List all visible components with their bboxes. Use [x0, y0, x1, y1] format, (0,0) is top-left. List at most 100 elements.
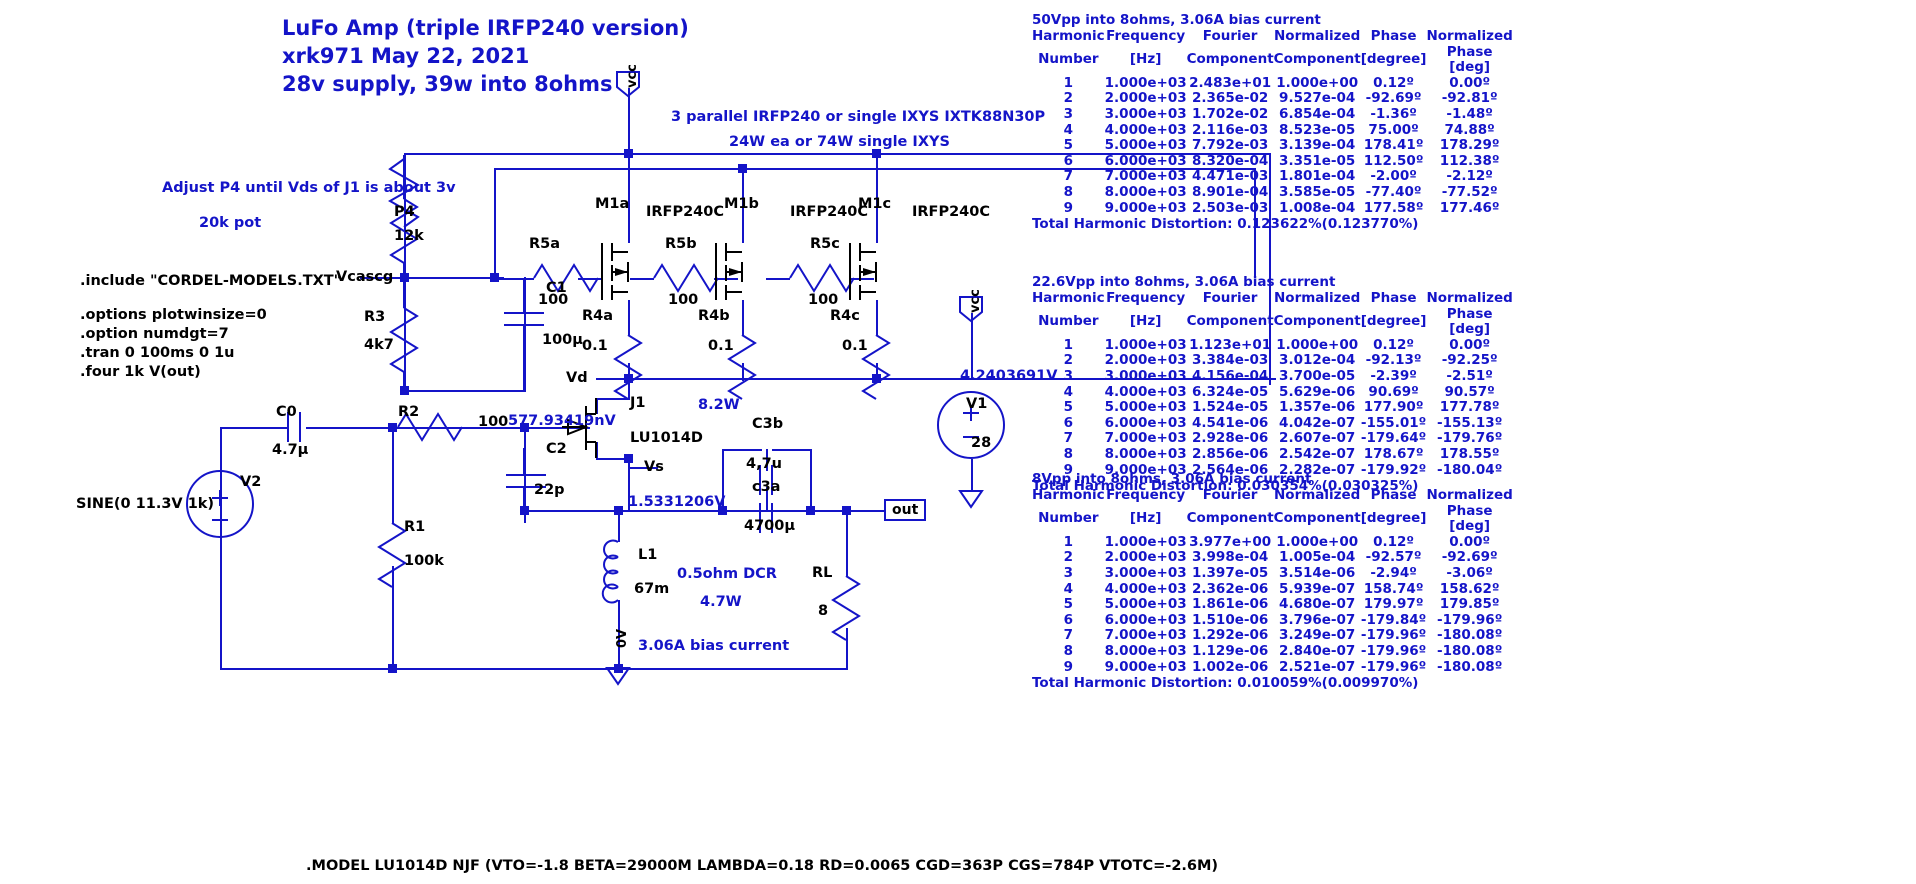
table-cell: -92.69º — [1365, 90, 1422, 107]
column-header: Component — [1273, 313, 1361, 330]
table-cell: 3.139e-04 — [1279, 137, 1356, 154]
wire-out-to-box — [854, 510, 884, 512]
mosfet-m1a — [601, 243, 629, 300]
table-row: 8 8.000e+03 2.856e-06 2.542e-07 178.67º 178.5… — [1032, 445, 1513, 463]
table-cell: 9.000e+03 — [1104, 199, 1187, 216]
wire-r3-run — [404, 277, 406, 391]
column-header: Component — [1186, 510, 1274, 527]
table-cell: 7.000e+03 — [1104, 627, 1187, 644]
column-header: [degree] — [1360, 510, 1427, 527]
table-cell: 5.000e+03 — [1104, 596, 1187, 613]
label-gnd: 0V — [615, 628, 630, 648]
label-vs: Vs — [644, 459, 664, 475]
table-cell: 1.397e-05 — [1192, 564, 1269, 581]
wire-r5a-out — [578, 278, 602, 280]
table-cell: -2.39º — [1370, 367, 1417, 384]
table-row: 9 9.000e+03 1.002e-06 2.521e-07 -179.96º -180… — [1032, 658, 1513, 676]
wire-vcc-drop — [628, 88, 630, 154]
table-cell: 4 — [1063, 383, 1074, 400]
table-cell: 2.483e+01 — [1189, 74, 1272, 91]
label-c0-ref: C0 — [276, 404, 297, 420]
table-row: 3 3.000e+03 1.702e-02 6.854e-04 -1.36º -1.48º — [1032, 105, 1513, 123]
column-header: Normalized — [1426, 290, 1513, 306]
column-header: Fourier — [1202, 487, 1258, 503]
port-out[interactable]: out — [884, 499, 927, 521]
table-cell: -1.48º — [1446, 105, 1493, 122]
label-m1b-value: IRFP240C — [790, 204, 869, 220]
table-header-row: Harmonic Frequency Fourier Normalized Phase N… — [1032, 290, 1513, 307]
label-r4a-value: 0.1 — [582, 338, 608, 354]
column-header: Component — [1186, 51, 1274, 68]
table-cell: 6 — [1063, 611, 1074, 628]
label-r2-ref: R2 — [398, 404, 420, 420]
label-p4-ref: P4 — [394, 204, 415, 220]
label-c3a-value: 4700µ — [744, 518, 796, 534]
table-row: 4 4.000e+03 2.362e-06 5.939e-07 158.74º 158.6… — [1032, 581, 1513, 598]
label-c3a-ref: c3a — [752, 479, 781, 495]
table-cell: 2 — [1063, 352, 1074, 369]
table-row: 9 9.000e+03 2.503e-03 1.008e-04 177.58º 177.4… — [1032, 199, 1513, 217]
table-cell: 3.000e+03 — [1104, 564, 1187, 581]
label-c1-value: 100µ — [542, 332, 583, 348]
table-row: 5 5.000e+03 1.524e-05 1.357e-06 177.90º 177.7… — [1032, 400, 1513, 416]
node-r3-bottom — [400, 386, 409, 395]
table-cell: 4 — [1063, 121, 1074, 138]
column-header: Fourier — [1202, 290, 1258, 306]
table-cell: -3.06º — [1446, 564, 1493, 581]
table-cell: 2 — [1063, 90, 1074, 107]
column-header: Phase — [1370, 290, 1417, 306]
table-row: 5 5.000e+03 1.861e-06 4.680e-07 179.97º 179.8… — [1032, 597, 1513, 613]
label-r3-ref: R3 — [364, 309, 386, 325]
fourier-table-caption: 22.6Vpp into 8ohms, 3.06A bias current — [1032, 274, 1336, 290]
fourier-table-3: 8Vpp into 8ohms, 3.06A bias current Harmo… — [1032, 471, 1513, 691]
table-cell: 1.861e-06 — [1192, 596, 1269, 613]
table-cell: 8 — [1063, 445, 1074, 462]
table-cell: 112.50º — [1363, 152, 1424, 169]
inductor-l1 — [601, 539, 619, 604]
table-row: 6 6.000e+03 1.510e-06 3.796e-07 -179.84º -179… — [1032, 611, 1513, 629]
table-cell: 2.928e-06 — [1192, 430, 1269, 447]
label-r1-value: 100k — [404, 553, 444, 569]
table-cell: -2.94º — [1370, 564, 1417, 581]
table-cell: 4.471e-03 — [1192, 168, 1269, 185]
table-cell: 90.57º — [1444, 383, 1495, 400]
table-cell: -180.08º — [1437, 658, 1503, 675]
label-m1c-ref: M1c — [858, 196, 892, 212]
title-line-1: LuFo Amp (triple IRFP240 version) — [282, 16, 689, 40]
wire-r5a-in — [494, 278, 534, 280]
label-rl-ref: RL — [812, 565, 833, 581]
label-j1-value: LU1014D — [630, 430, 703, 446]
column-header: Phase — [1370, 28, 1417, 44]
node-vd-a — [624, 374, 633, 383]
node-gate-bus — [738, 164, 747, 173]
table-row: 3 3.000e+03 4.156e-04 3.700e-05 -2.39º -2.51º — [1032, 367, 1513, 385]
table-cell: -180.08º — [1437, 642, 1503, 659]
table-cell: 2.607e-07 — [1279, 430, 1356, 447]
table-cell: 4.680e-07 — [1279, 596, 1356, 613]
table-cell: 6 — [1063, 152, 1074, 169]
column-header: Component — [1186, 313, 1274, 330]
table-cell: 0.12º — [1373, 74, 1415, 91]
table-cell: 5.000e+03 — [1104, 399, 1187, 416]
fourier-table-caption: 50Vpp into 8ohms, 3.06A bias current — [1032, 12, 1321, 28]
node-vs — [624, 454, 633, 463]
node-gnd-mid — [614, 664, 623, 673]
column-header: Number — [1038, 313, 1099, 330]
mosfet-m1b — [715, 243, 743, 300]
table-cell: -179.84º — [1360, 611, 1427, 628]
table-cell: 0.00º — [1449, 336, 1491, 353]
label-r4c-ref: R4c — [830, 308, 860, 324]
note-bias-current: 3.06A bias current — [638, 638, 790, 654]
value-gate: 577.93419nV — [508, 413, 616, 429]
table-header-row: Harmonic Frequency Fourier Normalized Phase N… — [1032, 487, 1513, 504]
label-p4-value: 12k — [394, 228, 424, 244]
table-row: 2 2.000e+03 3.998e-04 1.005e-04 -92.57º -92.6… — [1032, 550, 1513, 566]
column-header: Normalized — [1426, 487, 1513, 503]
table-cell: 1.129e-06 — [1192, 642, 1269, 659]
table-row: 3 3.000e+03 1.397e-05 3.514e-06 -2.94º -3.06º — [1032, 564, 1513, 582]
table-row: 7 7.000e+03 2.928e-06 2.607e-07 -179.64º -179… — [1032, 431, 1513, 447]
table-cell: 1.000e+00 — [1276, 74, 1359, 91]
column-header: [degree] — [1360, 51, 1427, 68]
table-cell: -92.25º — [1441, 352, 1498, 369]
table-cell: 179.85º — [1439, 596, 1500, 613]
